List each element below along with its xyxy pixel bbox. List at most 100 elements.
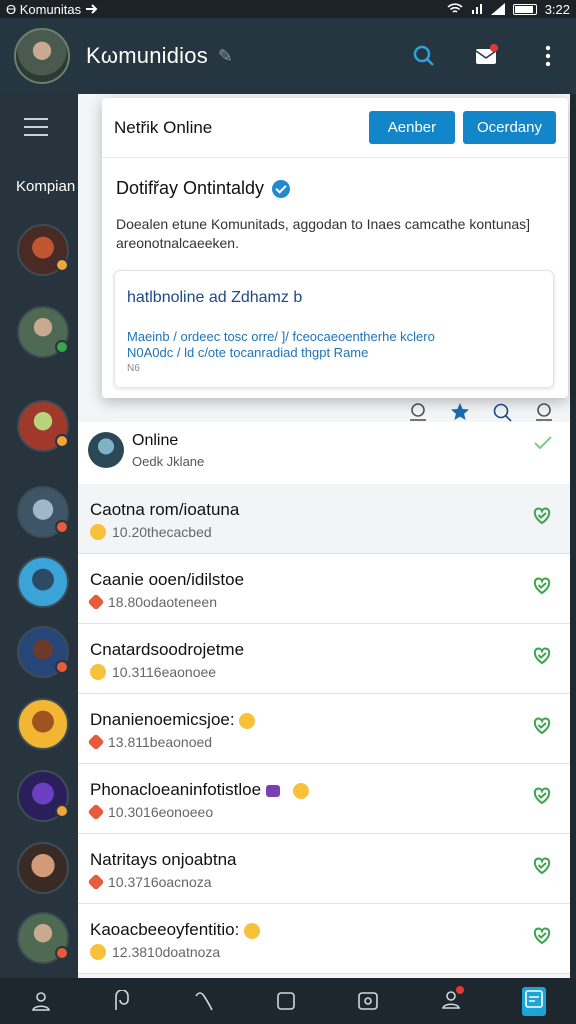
signal-icon	[471, 4, 482, 14]
battery-icon	[512, 3, 537, 15]
sidebar-avatar-8[interactable]	[17, 770, 69, 822]
more-vert-icon	[545, 45, 551, 67]
zoom-icon[interactable]	[492, 402, 512, 422]
preview-heading: hatlbnoline ad Zdhamz b	[127, 289, 303, 306]
avatar[interactable]	[14, 28, 70, 84]
emoji-icon	[90, 524, 106, 540]
list-item-name: Phonacloeaninfotistloe	[90, 780, 262, 799]
emoji-icon	[87, 593, 105, 611]
preview-line-3: N6	[127, 363, 140, 374]
more-button[interactable]	[534, 42, 562, 70]
wifi-icon	[447, 3, 463, 13]
emoji-icon	[239, 712, 256, 729]
sidebar-avatar-4[interactable]	[17, 486, 69, 538]
list-item[interactable]: Natritays onjoabtna 10.3716oacnoza	[78, 834, 570, 904]
star-icon[interactable]	[450, 402, 470, 422]
list-item-name: Kaoacbeeoyfentitio:	[90, 920, 240, 939]
secondary-button[interactable]: Ocerdany	[462, 111, 556, 144]
list-item-name: Natritays onjoabtna	[90, 850, 237, 869]
bookmark-icon[interactable]	[112, 990, 132, 1012]
check-icon	[533, 647, 551, 665]
account-badge	[455, 985, 464, 994]
emoji-icon	[292, 782, 309, 799]
user-icon[interactable]	[534, 402, 554, 422]
account-button[interactable]	[440, 985, 464, 1015]
search-icon	[413, 45, 434, 66]
list-item-name: Caotna rom/ioatuna	[90, 500, 240, 519]
card-description: Doealen etune Komunitads, aggodan to Ina…	[116, 216, 531, 251]
card-subtitle: Dotifřay Ontintaldy	[116, 178, 265, 198]
check-icon	[533, 717, 551, 735]
filter-toolbar	[408, 402, 554, 422]
emoji-icon	[90, 664, 106, 680]
sidebar-avatar-5[interactable]	[17, 556, 69, 608]
profile-icon[interactable]	[30, 990, 52, 1012]
search-button[interactable]	[410, 42, 438, 70]
emoji-icon	[244, 922, 261, 939]
list-item[interactable]: Caotna rom/ioatuna 10.20thecacbed	[78, 484, 570, 554]
route-icon[interactable]	[193, 990, 215, 1012]
check-icon	[533, 927, 551, 945]
notification-badge	[490, 44, 498, 52]
list-item-name: Dnanienoemicsjoe:	[90, 710, 235, 729]
page-title: Kωmunidios	[86, 43, 208, 68]
sidebar-avatar-3[interactable]	[17, 400, 69, 452]
check-icon	[533, 507, 551, 525]
emoji-icon	[87, 803, 105, 821]
avatar	[88, 432, 124, 468]
check-icon	[534, 436, 552, 450]
app-bar: Kωmunidios ✎	[0, 18, 576, 94]
list-item-meta: 10.20thecacbed	[112, 524, 212, 540]
emoji-icon	[90, 944, 106, 960]
sidebar-avatar-6[interactable]	[17, 626, 69, 678]
nav-arrow-icon	[86, 4, 98, 14]
search-small-icon[interactable]	[408, 402, 428, 422]
sidebar-avatar-7[interactable]	[17, 698, 69, 750]
sidebar-label: Kompian	[16, 178, 76, 195]
online-meta: Oedk Jklane	[132, 454, 205, 469]
preview-line-1: Maeinb / ordeec tosc orre/ ]/ fceocaeoen…	[127, 329, 435, 344]
edit-icon[interactable]: ✎	[218, 46, 233, 67]
list-item-meta: 10.3016eonoeeo	[108, 804, 214, 820]
chat-tab[interactable]	[521, 986, 546, 1016]
sidebar-avatar-2[interactable]	[17, 306, 69, 358]
camera-icon[interactable]	[357, 990, 379, 1012]
list-item[interactable]: Phonacloeaninfotistloe 10.3016eonoeeo	[78, 764, 570, 834]
sidebar: Kompian	[0, 94, 78, 978]
primary-button[interactable]: Aenber	[368, 111, 455, 144]
verified-icon	[272, 179, 291, 198]
list-item-meta: 13.811beaonoed	[108, 734, 213, 750]
signal-full-icon	[490, 3, 505, 15]
sidebar-avatar-9[interactable]	[17, 842, 69, 894]
card-title: Netřik Online	[114, 117, 213, 137]
check-icon	[533, 787, 551, 805]
emoji-icon	[87, 733, 105, 751]
square-icon[interactable]	[275, 990, 297, 1012]
chat-icon	[525, 989, 543, 1008]
list-item[interactable]: Kaoacbeeoyfentitio: 12.3810doatnoza	[78, 904, 570, 974]
check-icon	[533, 857, 551, 875]
status-bar: Ɵ Komunitas 3:22	[0, 0, 576, 18]
list-item[interactable]: Caanie ooen/idilstoe 18.80odaoteneen	[78, 554, 570, 624]
check-icon	[533, 577, 551, 595]
list-item[interactable]: Cnatardsoodrojetme 10.3116eaonoee	[78, 624, 570, 694]
list-item-meta: 18.80odaoteneen	[108, 594, 217, 610]
menu-icon[interactable]	[24, 118, 48, 142]
online-item[interactable]: Online Oedk Jklane	[78, 422, 570, 484]
emoji-icon	[87, 873, 105, 891]
list-item-name: Cnatardsoodrojetme	[90, 640, 245, 659]
list-item-meta: 10.3716oacnoza	[108, 874, 212, 890]
sidebar-avatar-10[interactable]	[17, 912, 69, 964]
list-item-name: Caanie ooen/idilstoe	[90, 570, 245, 589]
online-name: Online	[132, 432, 179, 449]
card-preview[interactable]: hatlbnoline ad Zdhamz b Maeinb / ordeec …	[114, 270, 554, 388]
emoji-icon	[265, 784, 280, 797]
list-item-meta: 10.3116eaonoee	[112, 664, 217, 680]
preview-line-2: N0A0dc / ld c/ote tocanradiad thgpt Rame	[127, 345, 369, 360]
community-card: Netřik Online Aenber Ocerdany Dotifřay O…	[102, 98, 568, 398]
list-item[interactable]: Dnanienoemicsjoe: 13.811beaonoed	[78, 694, 570, 764]
status-time: 3:22	[544, 1, 570, 17]
list-item-meta: 12.3810doatnoza	[112, 944, 221, 960]
notification-button[interactable]	[472, 42, 500, 70]
sidebar-avatar-1[interactable]	[17, 224, 69, 276]
